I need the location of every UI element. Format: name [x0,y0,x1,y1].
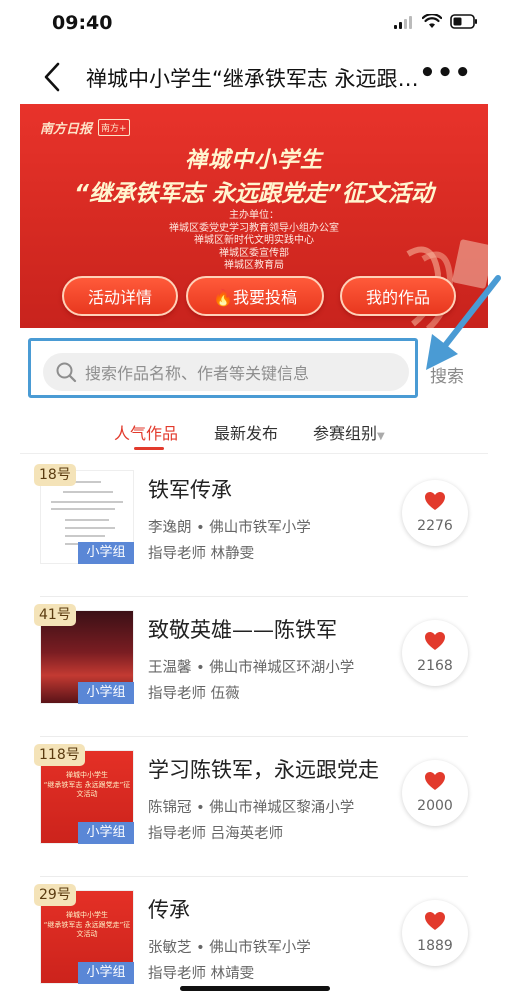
like-count: 1889 [417,938,453,954]
signal-icon [394,15,412,29]
search-placeholder: 搜索作品名称、作者等关键信息 [85,364,310,383]
dropdown-arrow-icon: ▼ [377,431,385,442]
work-teacher: 指导老师 林靖雯 [148,966,255,982]
home-indicator [180,986,330,991]
like-count: 2000 [417,798,453,814]
battery-icon [450,14,477,29]
navigation-bar: 禅城中小学生“继承铁军志 永远跟党走”征文活动 ••• [0,50,508,104]
work-number-badge: 18号 [34,464,76,486]
work-title: 铁军传承 [148,478,232,502]
like-button[interactable]: 1889 [402,900,468,966]
group-badge: 小学组 [78,682,134,704]
work-number-badge: 29号 [34,884,76,906]
status-time: 09:40 [52,12,113,34]
wifi-icon [422,14,442,28]
heart-icon [425,632,445,650]
work-teacher: 指导老师 伍薇 [148,686,240,702]
heart-icon [425,772,445,790]
sort-tabs: 人气作品 最新发布 参赛组别▼ [0,420,508,454]
tab-active-indicator [134,447,164,450]
like-button[interactable]: 2168 [402,620,468,686]
work-title: 传承 [148,898,190,922]
tab-latest[interactable]: 最新发布 [214,420,278,444]
poster-title-line1: 禅城中小学生 [66,771,108,779]
tab-popular[interactable]: 人气作品 [114,420,179,450]
page-title: 禅城中小学生“继承铁军志 永远跟党走”征文活动 [86,67,426,91]
search-highlight-box: 搜索作品名称、作者等关键信息 [28,338,418,398]
search-icon [56,362,77,383]
group-badge: 小学组 [78,962,134,984]
item-separator [40,596,468,597]
submit-work-button[interactable]: 🔥我要投稿 [186,276,324,316]
group-badge: 小学组 [78,822,134,844]
poster-title-line2: “继承铁军志 永远跟党走”征文活动 [43,781,131,798]
item-separator [40,876,468,877]
list-item[interactable]: 41号 小学组 致敬英雄——陈铁军 王温馨 • 佛山市禅城区环湖小学 指导老师 … [0,598,508,738]
work-title: 学习陈铁军，永远跟党走 [148,758,379,782]
back-icon[interactable] [38,60,68,94]
activity-details-button[interactable]: 活动详情 [62,276,178,316]
banner-logo: 南方日报 南方+ [40,118,130,137]
banner-title-line1: 禅城中小学生 [184,148,323,173]
tab-group-label: 参赛组别 [313,424,378,443]
poster-title-line2: “继承铁军志 永远跟党走”征文活动 [43,921,131,938]
list-item[interactable]: 禅城中小学生 “继承铁军志 永远跟党走”征文活动 29号 小学组 传承 张敏芝 … [0,878,508,1000]
tab-popular-label: 人气作品 [114,424,179,443]
heart-icon [425,492,445,510]
search-button[interactable]: 搜索 [430,362,464,387]
status-bar: 09:40 [0,0,508,46]
work-author: 张敏芝 • 佛山市铁军小学 [148,940,311,956]
work-author: 王温馨 • 佛山市禅城区环湖小学 [148,660,355,676]
like-button[interactable]: 2000 [402,760,468,826]
logo-box: 南方+ [98,119,130,136]
group-badge: 小学组 [78,542,134,564]
work-title: 致敬英雄——陈铁军 [148,618,337,642]
tab-group-filter[interactable]: 参赛组别▼ [313,420,385,444]
work-teacher: 指导老师 吕海英老师 [148,826,284,842]
logo-text: 南方日报 [40,122,93,137]
list-item[interactable]: 18号 小学组 铁军传承 李逸朗 • 佛山市铁军小学 指导老师 林静雯 2276 [0,458,508,598]
heart-icon [425,912,445,930]
poster-title-line1: 禅城中小学生 [66,911,108,919]
status-icons [394,14,478,29]
work-author: 陈锦冠 • 佛山市禅城区黎涌小学 [148,800,355,816]
list-item[interactable]: 禅城中小学生 “继承铁军志 永远跟党走”征文活动 118号 小学组 学习陈铁军，… [0,738,508,878]
banner-title-line2: “继承铁军志 永远跟党走”征文活动 [74,181,434,207]
work-number-badge: 41号 [34,604,76,626]
tabs-divider [20,453,488,454]
like-count: 2276 [417,518,453,534]
work-number-badge: 118号 [34,744,85,766]
item-separator [40,736,468,737]
more-options-icon[interactable]: ••• [419,58,472,88]
organizer-line: 主办单位： [229,210,279,221]
search-input[interactable]: 搜索作品名称、作者等关键信息 [43,353,409,391]
like-count: 2168 [417,658,453,674]
work-author: 李逸朗 • 佛山市铁军小学 [148,520,311,536]
work-teacher: 指导老师 林静雯 [148,546,255,562]
like-button[interactable]: 2276 [402,480,468,546]
